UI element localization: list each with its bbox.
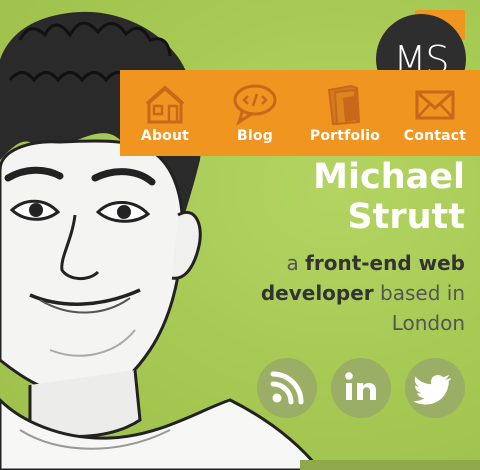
tagline-prefix: a (286, 251, 306, 275)
linkedin-button[interactable] (331, 358, 391, 418)
name-last: Strutt (347, 197, 465, 237)
rss-button[interactable] (257, 358, 317, 418)
nav-item-blog[interactable]: Blog (210, 70, 300, 156)
tagline-location: based in London (373, 281, 465, 335)
speech-bubble-code-icon (233, 84, 277, 126)
nav-item-contact[interactable]: Contact (390, 70, 480, 156)
nav-item-about[interactable]: About (120, 70, 210, 156)
hero-tagline: a front-end web developer based in Londo… (205, 248, 465, 338)
envelope-icon (415, 90, 455, 120)
nav-label-about: About (140, 128, 190, 144)
main-nav: About Blog Portfolio Contact (120, 70, 480, 156)
twitter-button[interactable] (405, 358, 465, 418)
nav-label-portfolio: Portfolio (309, 128, 381, 144)
twitter-icon (413, 374, 451, 405)
hero-name: Michael Strutt (313, 157, 465, 237)
house-icon (145, 85, 185, 124)
rss-icon (270, 371, 304, 405)
linkedin-icon (345, 372, 376, 400)
nav-label-blog: Blog (237, 128, 273, 144)
nav-label-contact: Contact (403, 128, 467, 144)
name-first: Michael (313, 157, 465, 197)
footer-strip (300, 460, 480, 470)
folder-icon (327, 84, 361, 126)
nav-item-portfolio[interactable]: Portfolio (300, 70, 390, 156)
